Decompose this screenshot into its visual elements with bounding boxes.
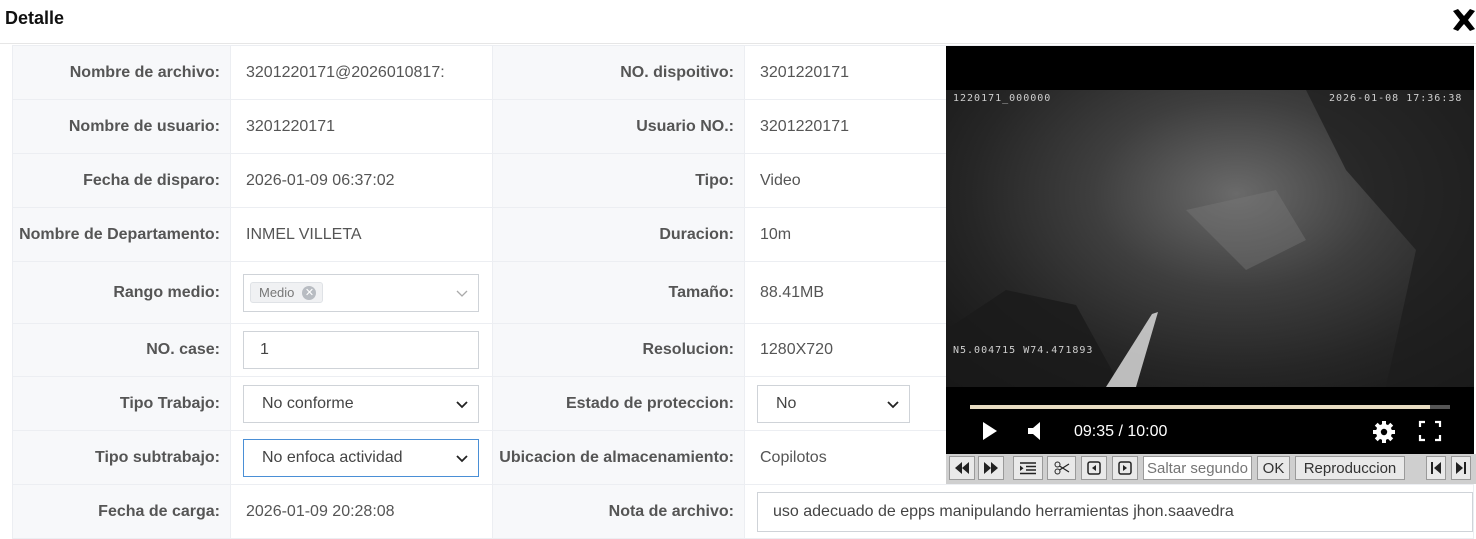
osd-camera-id: 1220171_000000 <box>953 93 1052 104</box>
video-frame[interactable] <box>946 90 1474 387</box>
field-label: Fecha de disparo: <box>12 153 231 208</box>
chevron-down-icon <box>456 290 468 297</box>
tag-remove-icon[interactable]: ✕ <box>302 285 317 300</box>
skip-start-button[interactable] <box>1426 456 1446 480</box>
upload-date-value: 2026-01-09 20:28:08 <box>230 484 493 539</box>
subwork-type-value: No enfoca actividad <box>262 448 403 466</box>
frame-forward-icon <box>1118 461 1132 475</box>
video-time: 09:35 / 10:00 <box>1074 423 1168 440</box>
field-label: Fecha de carga: <box>12 484 231 539</box>
video-scene <box>946 90 1474 387</box>
field-label: Nombre de archivo: <box>12 45 231 100</box>
dialog-title: Detalle <box>5 8 65 28</box>
video-progress-bar[interactable] <box>970 405 1450 409</box>
clip-button[interactable] <box>1047 456 1076 480</box>
seek-seconds-field[interactable] <box>1143 456 1252 480</box>
seek-seconds-input[interactable] <box>1144 457 1251 479</box>
field-label: Tipo: <box>492 153 745 208</box>
video-player[interactable]: 1220171_000000 2026-01-08 17:36:38 N5.00… <box>946 46 1474 454</box>
settings-icon[interactable] <box>1372 420 1396 444</box>
field-label: Tamaño: <box>492 261 745 324</box>
subwork-type-select[interactable]: No enfoca actividad <box>243 438 479 477</box>
field-label: Nota de archivo: <box>492 484 745 539</box>
field-label: Tipo Trabajo: <box>12 376 231 431</box>
ok-button[interactable]: OK <box>1257 456 1290 480</box>
dialog-header: Detalle <box>0 0 1476 44</box>
fast-forward-icon <box>984 462 998 474</box>
skip-start-icon <box>1431 462 1441 474</box>
trigger-date-value: 2026-01-09 06:37:02 <box>230 153 493 208</box>
rewind-icon <box>955 462 969 474</box>
field-label: Nombre de Departamento: <box>12 207 231 262</box>
skip-end-button[interactable] <box>1451 456 1471 480</box>
field-label: Nombre de usuario: <box>12 99 231 154</box>
case-no-input[interactable]: 1 <box>243 331 479 369</box>
field-label: Estado de proteccion: <box>492 376 745 431</box>
frame-back-button[interactable] <box>1081 456 1107 480</box>
protection-select[interactable]: No <box>757 384 910 423</box>
player-toolbar: OK Reproduccion <box>946 454 1476 484</box>
chevron-down-icon <box>887 400 899 408</box>
protection-value: No <box>776 394 797 412</box>
chevron-down-icon <box>456 400 468 408</box>
field-label: NO. case: <box>12 323 231 377</box>
range-tag-label: Medio <box>259 285 295 300</box>
volume-icon[interactable] <box>1026 420 1046 442</box>
chevron-down-icon <box>456 454 468 462</box>
range-tag: Medio ✕ <box>250 282 324 303</box>
file-note-input[interactable]: uso adecuado de epps manipulando herrami… <box>757 491 1473 532</box>
work-type-select[interactable]: No conforme <box>243 384 479 423</box>
field-label: Duracion: <box>492 207 745 262</box>
department-value: INMEL VILLETA <box>230 207 493 262</box>
frame-back-icon <box>1087 461 1101 475</box>
field-label: NO. dispoitivo: <box>492 45 745 100</box>
close-icon[interactable] <box>1450 6 1476 34</box>
field-label: Rango medio: <box>12 261 231 324</box>
field-label: Resolucion: <box>492 323 745 377</box>
skip-end-icon <box>1456 462 1466 474</box>
rewind-button[interactable] <box>949 456 975 480</box>
fullscreen-icon[interactable] <box>1418 420 1442 442</box>
play-icon[interactable] <box>980 420 1000 442</box>
progress-fill <box>970 405 1430 409</box>
field-label: Ubicacion de almacenamiento: <box>492 430 745 485</box>
list-icon <box>1020 462 1036 475</box>
table-row: Fecha de carga: 2026-01-09 20:28:08 Nota… <box>12 484 1474 539</box>
frame-forward-button[interactable] <box>1112 456 1138 480</box>
osd-datetime: 2026-01-08 17:36:38 <box>1329 93 1463 104</box>
range-multiselect[interactable]: Medio ✕ <box>243 273 479 312</box>
playback-button[interactable]: Reproduccion <box>1295 456 1405 480</box>
work-type-value: No conforme <box>262 394 354 412</box>
field-label: Tipo subtrabajo: <box>12 430 231 485</box>
scissors-icon <box>1054 461 1069 475</box>
file-name-value: 3201220171@2026010817: <box>230 45 493 100</box>
list-button[interactable] <box>1013 456 1043 480</box>
fast-forward-button[interactable] <box>978 456 1004 480</box>
field-label: Usuario NO.: <box>492 99 745 154</box>
osd-coordinates: N5.004715 W74.471893 <box>953 345 1094 356</box>
user-name-value: 3201220171 <box>230 99 493 154</box>
